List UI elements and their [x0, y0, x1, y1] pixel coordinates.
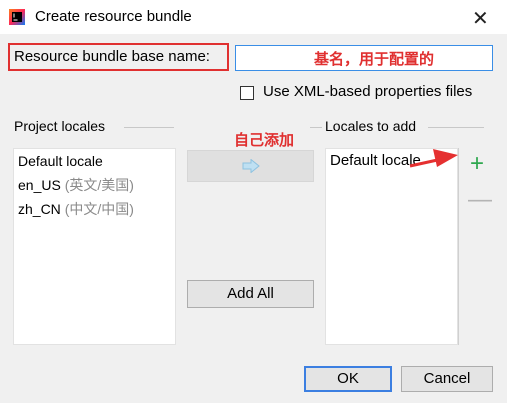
- list-item[interactable]: Default locale: [326, 149, 457, 173]
- locale-code: Default locale: [330, 152, 421, 169]
- cancel-button[interactable]: Cancel: [401, 366, 493, 392]
- title-bar: Create resource bundle ✕: [0, 0, 507, 34]
- locale-code: en_US: [18, 177, 61, 193]
- toolbar-divider: [458, 148, 459, 345]
- remove-locale-icon[interactable]: —: [468, 188, 492, 212]
- add-all-button[interactable]: Add All: [187, 280, 314, 308]
- locales-to-add-list[interactable]: Default locale: [325, 148, 458, 345]
- move-locale-button[interactable]: [187, 150, 314, 182]
- xml-properties-checkbox[interactable]: [240, 86, 254, 100]
- locales-to-add-title: Locales to add: [325, 118, 417, 134]
- list-item[interactable]: zh_CN (中文/中国): [14, 197, 175, 221]
- locale-hint: (中文/中国): [64, 201, 134, 217]
- xml-properties-label[interactable]: Use XML-based properties files: [263, 83, 472, 100]
- intellij-app-icon: [9, 9, 25, 25]
- add-annotation: 自己添加: [234, 132, 295, 149]
- locales-to-add-divider-right: [428, 127, 484, 128]
- right-arrow-icon: [242, 159, 260, 173]
- locale-code: Default locale: [18, 153, 103, 169]
- close-icon[interactable]: ✕: [472, 6, 489, 31]
- list-item[interactable]: en_US (英文/美国): [14, 173, 175, 197]
- base-name-label: Resource bundle base name:: [8, 43, 229, 71]
- add-locale-icon[interactable]: +: [468, 152, 486, 176]
- project-locales-title: Project locales: [14, 118, 106, 134]
- list-item[interactable]: Default locale: [14, 149, 175, 173]
- window-title: Create resource bundle: [35, 8, 192, 25]
- project-locales-divider: [124, 127, 174, 128]
- project-locales-list[interactable]: Default locale en_US (英文/美国) zh_CN (中文/中…: [13, 148, 176, 345]
- base-name-annotation: 基名，用于配置的: [314, 51, 435, 68]
- ok-button[interactable]: OK: [304, 366, 392, 392]
- locale-code: zh_CN: [18, 201, 61, 217]
- locale-hint: (英文/美国): [64, 177, 134, 193]
- locales-to-add-divider-left: [310, 127, 322, 128]
